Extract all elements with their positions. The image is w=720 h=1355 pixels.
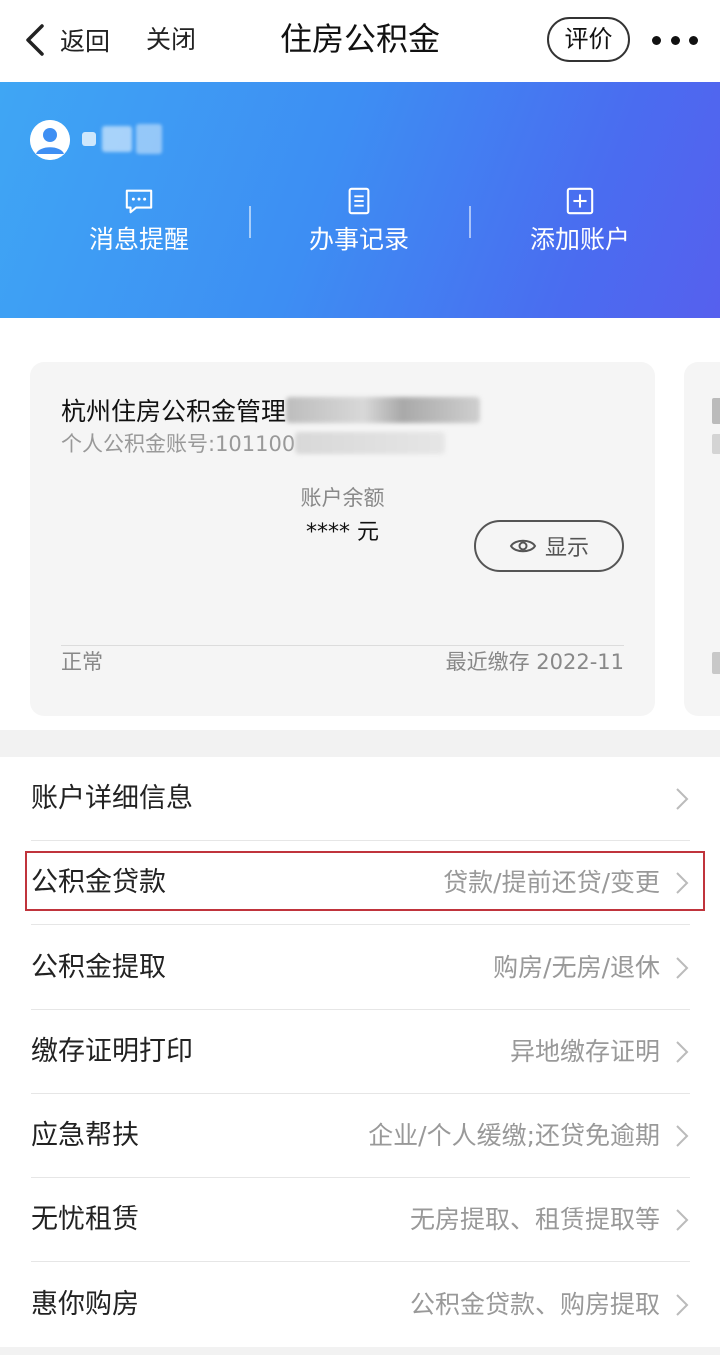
menu-item-subtitle: 异地缴存证明 xyxy=(509,1037,660,1066)
close-button[interactable]: 关闭 xyxy=(146,20,196,60)
quick-action-label: 添加账户 xyxy=(529,225,630,254)
menu-item-subtitle: 企业/个人缓缴;还贷免逾期 xyxy=(368,1121,660,1150)
show-balance-button[interactable]: 显示 xyxy=(474,520,624,572)
menu-item-rental[interactable]: 无忧租赁 无房提取、租赁提取等 xyxy=(0,1178,720,1262)
divider xyxy=(469,206,471,238)
chevron-right-icon xyxy=(676,1294,689,1316)
menu-item-loan[interactable]: 公积金贷款 贷款/提前还贷/变更 xyxy=(0,841,720,925)
clipped-text xyxy=(712,434,720,454)
add-account-icon xyxy=(566,187,594,215)
recent-deposit: 最近缴存 2022-11 xyxy=(445,650,624,674)
quick-action-records[interactable]: 办事记录 xyxy=(284,186,434,256)
menu-item-subtitle: 购房/无房/退休 xyxy=(493,953,660,982)
back-button[interactable]: 返回 xyxy=(22,20,110,60)
menu-item-title: 公积金贷款 xyxy=(31,867,166,898)
user-name-blurred xyxy=(82,122,162,156)
menu-item-home-purchase[interactable]: 惠你购房 公积金贷款、购房提取 xyxy=(0,1263,720,1347)
menu-item-withdrawal[interactable]: 公积金提取 购房/无房/退休 xyxy=(0,926,720,1010)
quick-action-label: 办事记录 xyxy=(308,225,409,254)
blurred-text xyxy=(136,124,162,154)
blurred-text xyxy=(82,132,96,146)
more-dot-icon xyxy=(670,35,680,45)
card-title: 杭州住房公积金管理 xyxy=(61,397,287,426)
nav-bar: 返回 关闭 住房公积金 评价 xyxy=(0,0,720,82)
divider xyxy=(31,1261,690,1262)
clipped-text xyxy=(712,398,720,424)
menu-item-title: 缴存证明打印 xyxy=(31,1036,193,1067)
rate-button[interactable]: 评价 xyxy=(547,17,630,62)
avatar[interactable] xyxy=(30,120,70,160)
chevron-right-icon xyxy=(676,957,689,979)
quick-action-label: 消息提醒 xyxy=(88,225,189,254)
eye-icon xyxy=(509,539,537,553)
blurred-text xyxy=(295,432,446,454)
user-banner: 消息提醒 办事记录 添加账户 xyxy=(0,82,720,318)
balance-label: 账户余额 xyxy=(300,486,385,510)
account-card-carousel: 杭州住房公积金管理 个人公积金账号:101100 账户余额 **** 元 显示 … xyxy=(0,318,720,730)
record-icon xyxy=(348,187,370,215)
chevron-right-icon xyxy=(676,1209,689,1231)
menu-item-subtitle: 公积金贷款、购房提取 xyxy=(409,1290,660,1319)
menu-item-account-details[interactable]: 账户详细信息 xyxy=(0,757,720,841)
menu-item-emergency-aid[interactable]: 应急帮扶 企业/个人缓缴;还贷免逾期 xyxy=(0,1094,720,1178)
blurred-text xyxy=(286,397,481,423)
next-account-card[interactable] xyxy=(684,362,720,716)
service-menu: 账户详细信息 公积金贷款 贷款/提前还贷/变更 公积金提取 购房/无房/退休 缴… xyxy=(0,757,720,1347)
chevron-right-icon xyxy=(676,872,689,894)
chevron-right-icon xyxy=(676,1041,689,1063)
card-title-row: 杭州住房公积金管理 xyxy=(61,392,481,428)
more-dot-icon xyxy=(689,35,698,45)
account-number: 个人公积金账号:101100 xyxy=(61,432,296,456)
menu-item-title: 惠你购房 xyxy=(31,1289,139,1320)
quick-action-messages[interactable]: 消息提醒 xyxy=(64,186,214,256)
menu-item-subtitle: 无房提取、租赁提取等 xyxy=(409,1205,660,1234)
account-card[interactable]: 杭州住房公积金管理 个人公积金账号:101100 账户余额 **** 元 显示 … xyxy=(30,362,655,716)
message-icon xyxy=(125,189,153,214)
show-balance-label: 显示 xyxy=(544,536,589,561)
divider xyxy=(249,206,251,238)
chevron-right-icon xyxy=(676,1125,689,1147)
menu-item-title: 账户详细信息 xyxy=(31,783,193,814)
menu-item-subtitle: 贷款/提前还贷/变更 xyxy=(443,868,660,897)
card-account-row: 个人公积金账号:101100 xyxy=(61,428,446,458)
account-status: 正常 xyxy=(61,650,103,674)
menu-item-title: 应急帮扶 xyxy=(31,1120,139,1151)
back-label: 返回 xyxy=(60,27,111,56)
quick-action-add-account[interactable]: 添加账户 xyxy=(505,186,655,256)
menu-item-title: 无忧租赁 xyxy=(31,1204,139,1235)
chevron-left-icon xyxy=(26,24,44,56)
blurred-text xyxy=(102,126,132,152)
divider xyxy=(31,924,690,925)
more-dot-icon xyxy=(652,35,661,45)
chevron-right-icon xyxy=(676,788,689,810)
user-avatar-icon xyxy=(30,120,70,160)
menu-item-certificate-print[interactable]: 缴存证明打印 异地缴存证明 xyxy=(0,1010,720,1094)
menu-item-title: 公积金提取 xyxy=(31,952,166,983)
clipped-text xyxy=(712,652,720,674)
more-menu-button[interactable] xyxy=(652,28,698,52)
